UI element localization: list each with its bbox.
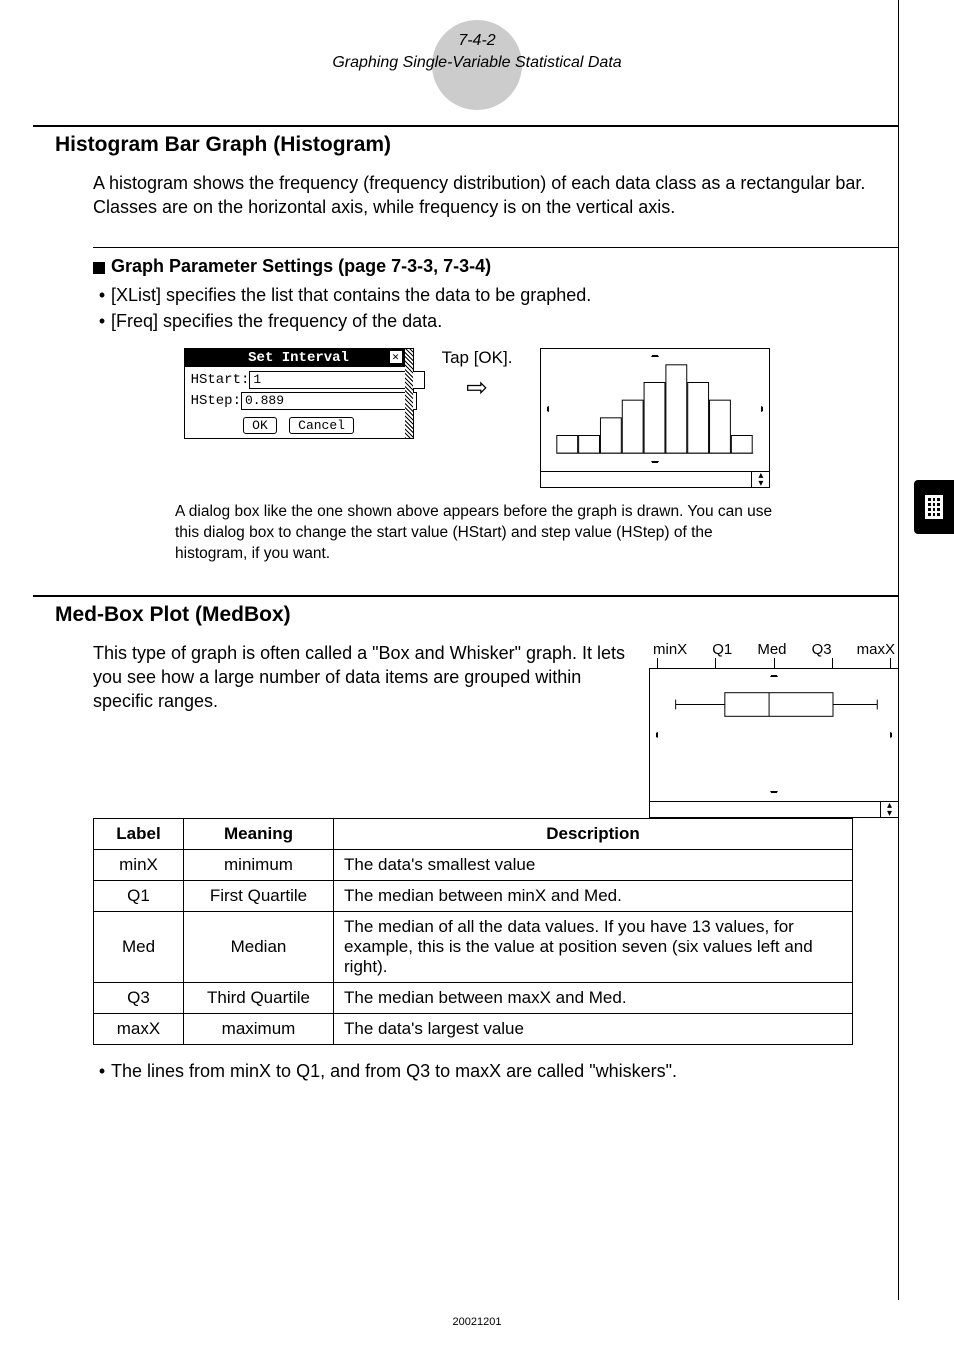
histogram-intro: A histogram shows the frequency (frequen… (93, 171, 899, 220)
medbox-plot (656, 675, 892, 793)
cell-meaning: maximum (184, 1013, 334, 1044)
cell-label: minX (94, 849, 184, 880)
footer-code: 20021201 (0, 1316, 954, 1328)
bullet-xlist: [XList] specifies the list that contains… (111, 283, 591, 308)
medbox-table: Label Meaning Description minXminimumThe… (93, 818, 853, 1045)
graph-params-subhead: Graph Parameter Settings (page 7-3-3, 7-… (93, 256, 899, 277)
cell-desc: The median of all the data values. If yo… (334, 911, 853, 982)
cell-label: Q1 (94, 880, 184, 911)
cell-desc: The data's smallest value (334, 849, 853, 880)
set-interval-dialog: Set Interval ✕ HStart: HStep: OK Cancel (184, 348, 414, 439)
cell-meaning: minimum (184, 849, 334, 880)
histogram-screen: ▴▾ (540, 348, 770, 488)
bullet-dot: • (93, 1061, 111, 1082)
cell-meaning: First Quartile (184, 880, 334, 911)
hstart-label: HStart: (191, 372, 250, 388)
table-row: minXminimumThe data's smallest value (94, 849, 853, 880)
dialog-title-text: Set Interval (248, 350, 349, 366)
label-med: Med (757, 641, 786, 658)
histogram-plot (547, 355, 763, 463)
page-right-rule (898, 0, 899, 1300)
tap-ok-label: Tap [OK]. ⇨ (442, 348, 513, 403)
histogram-heading: Histogram Bar Graph (Histogram) (55, 133, 899, 157)
page-reference: 7-4-2 (55, 30, 899, 52)
screen-statusbar (650, 801, 880, 817)
hstart-input[interactable] (249, 371, 425, 389)
sub-rule (93, 247, 899, 248)
dialog-title: Set Interval ✕ (185, 349, 413, 367)
bullet-row: • [Freq] specifies the frequency of the … (93, 309, 899, 334)
calculator-tab-icon[interactable] (914, 480, 954, 534)
tap-ok-text: Tap [OK]. (442, 348, 513, 367)
label-q1: Q1 (712, 641, 732, 658)
cell-label: Med (94, 911, 184, 982)
screen-statusbar (541, 471, 751, 487)
table-row: Q3Third QuartileThe median between maxX … (94, 982, 853, 1013)
bullet-row: • [XList] specifies the list that contai… (93, 283, 899, 308)
page-subtitle: Graphing Single-Variable Statistical Dat… (55, 52, 899, 74)
section-rule (33, 595, 899, 597)
histogram-caption: A dialog box like the one shown above ap… (175, 502, 779, 565)
resize-icon[interactable]: ▴▾ (880, 801, 898, 817)
label-maxx: maxX (857, 641, 895, 658)
bullet-dot: • (93, 309, 111, 334)
page-header: 7-4-2 Graphing Single-Variable Statistic… (55, 30, 899, 75)
table-row: maxXmaximumThe data's largest value (94, 1013, 853, 1044)
cell-meaning: Median (184, 911, 334, 982)
medbox-heading: Med-Box Plot (MedBox) (55, 603, 899, 627)
graph-params-subhead-text: Graph Parameter Settings (page 7-3-3, 7-… (111, 256, 491, 276)
th-label: Label (94, 818, 184, 849)
arrow-right-icon: ⇨ (442, 372, 513, 403)
ok-button[interactable]: OK (243, 417, 277, 434)
whisker-note-text: The lines from minX to Q1, and from Q3 t… (111, 1061, 677, 1082)
label-q3: Q3 (812, 641, 832, 658)
th-description: Description (334, 818, 853, 849)
table-row: MedMedianThe median of all the data valu… (94, 911, 853, 982)
cell-desc: The median between minX and Med. (334, 880, 853, 911)
hstep-input[interactable] (241, 392, 417, 410)
medbox-figure: minX Q1 Med Q3 maxX (649, 641, 899, 818)
cell-label: Q3 (94, 982, 184, 1013)
square-bullet-icon (93, 262, 105, 274)
cell-desc: The median between maxX and Med. (334, 982, 853, 1013)
close-icon[interactable]: ✕ (389, 350, 403, 364)
section-rule (33, 125, 899, 127)
medbox-screen: ▴▾ (649, 668, 899, 818)
hstep-label: HStep: (191, 393, 241, 409)
label-minx: minX (653, 641, 687, 658)
cell-desc: The data's largest value (334, 1013, 853, 1044)
cancel-button[interactable]: Cancel (289, 417, 354, 434)
medbox-intro: This type of graph is often called a "Bo… (93, 641, 629, 714)
dialog-scroll-track (405, 349, 413, 438)
cell-meaning: Third Quartile (184, 982, 334, 1013)
resize-icon[interactable]: ▴▾ (751, 471, 769, 487)
bullet-dot: • (93, 283, 111, 308)
table-row: Q1First QuartileThe median between minX … (94, 880, 853, 911)
cell-label: maxX (94, 1013, 184, 1044)
bullet-freq: [Freq] specifies the frequency of the da… (111, 309, 442, 334)
whisker-note: • The lines from minX to Q1, and from Q3… (93, 1061, 899, 1082)
th-meaning: Meaning (184, 818, 334, 849)
